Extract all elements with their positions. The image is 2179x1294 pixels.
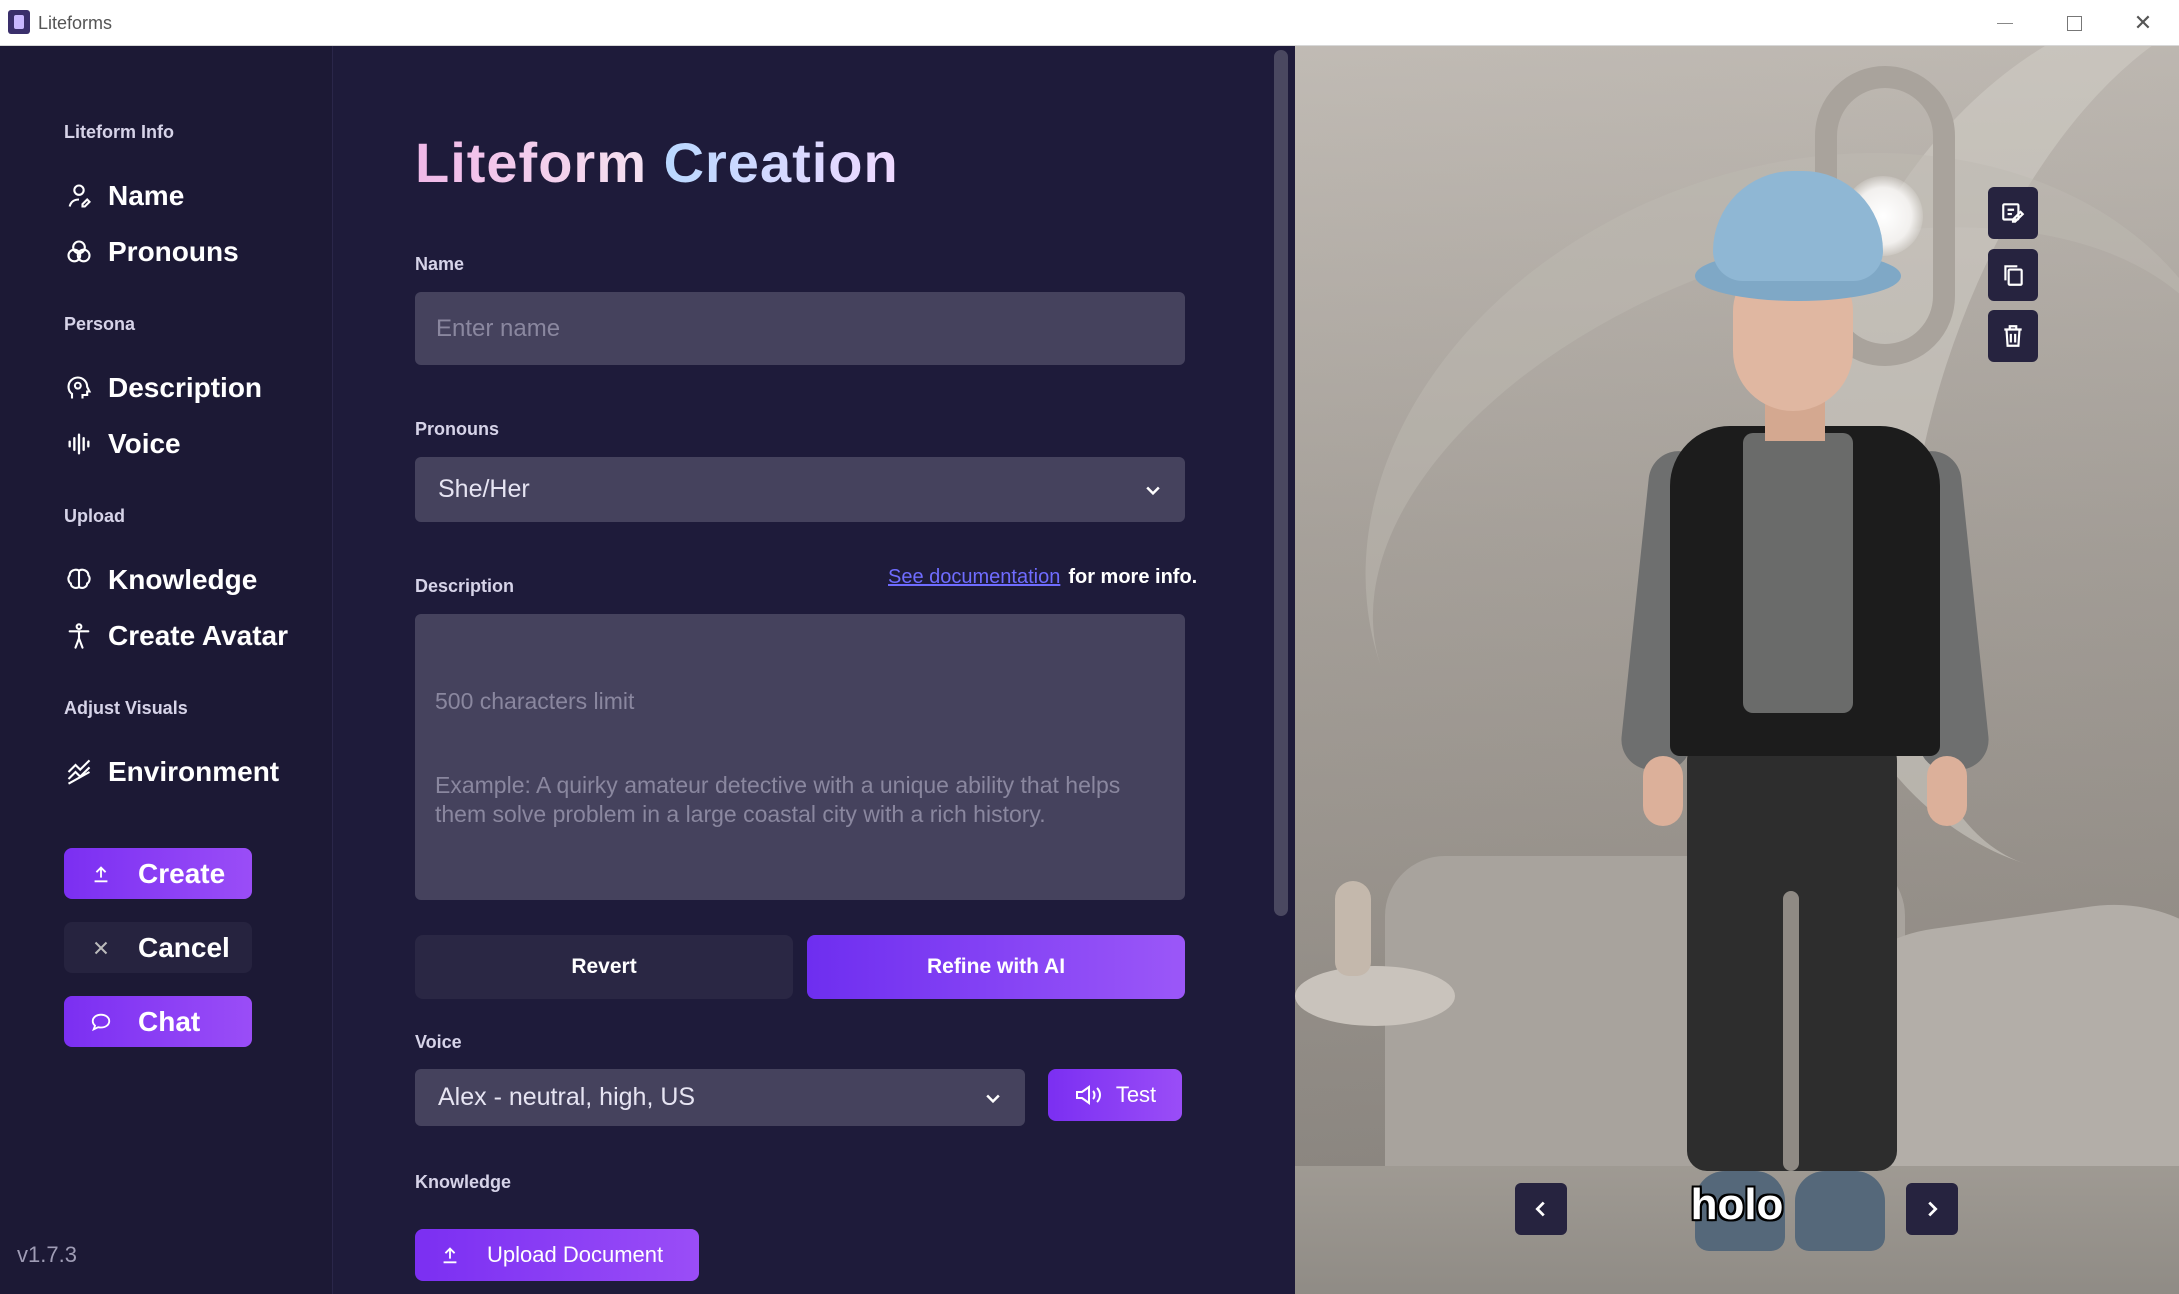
waveform-icon: [64, 429, 94, 459]
documentation-hint: See documentation for more info.: [888, 566, 1197, 589]
section-liteform-info: Liteform Info: [64, 122, 174, 142]
avatar-shirt: [1743, 433, 1853, 713]
pronouns-selected-value: She/Her: [438, 475, 530, 503]
sidebar-item-label: Environment: [108, 756, 280, 787]
sidebar: [0, 46, 333, 1294]
name-input[interactable]: [415, 292, 1185, 365]
circles-icon: [64, 237, 94, 267]
revert-button[interactable]: Revert: [415, 935, 793, 999]
sidebar-item-pronouns[interactable]: Pronouns: [64, 236, 239, 268]
sidebar-item-label: Name: [108, 180, 185, 211]
avatar-hand: [1643, 756, 1683, 826]
sidebar-item-environment[interactable]: Environment: [64, 756, 279, 788]
pronouns-label: Pronouns: [415, 419, 499, 439]
previous-avatar-button[interactable]: [1515, 1183, 1567, 1235]
close-button[interactable]: ✕: [2113, 6, 2173, 40]
sidebar-item-label: Knowledge: [108, 564, 258, 595]
chevron-down-icon: [1146, 486, 1160, 495]
test-voice-button[interactable]: Test: [1048, 1069, 1182, 1121]
voice-select[interactable]: Alex - neutral, high, US: [415, 1069, 1025, 1126]
chat-button[interactable]: Chat: [64, 996, 252, 1047]
description-example-placeholder: Example: A quirky amateur detective with…: [435, 772, 1121, 827]
cancel-button-label: Cancel: [138, 931, 230, 963]
brain-head-icon: [64, 373, 94, 403]
sidebar-item-create-avatar[interactable]: Create Avatar: [64, 620, 288, 652]
sidebar-item-label: Voice: [108, 428, 181, 459]
create-button[interactable]: Create: [64, 848, 252, 899]
sidebar-item-label: Description: [108, 372, 263, 403]
description-limit-placeholder: 500 characters limit: [435, 688, 635, 714]
chat-button-label: Chat: [138, 1005, 201, 1037]
trash-icon: [2004, 325, 2022, 347]
avatar-shoe: [1795, 1171, 1885, 1251]
maximize-button[interactable]: [2044, 6, 2104, 40]
close-icon: [94, 941, 108, 954]
avatar-hat: [1713, 171, 1883, 281]
side-table: [1295, 966, 1455, 1026]
next-avatar-button[interactable]: [1906, 1183, 1958, 1235]
duplicate-avatar-button[interactable]: [1988, 249, 2038, 301]
chevron-right-icon: [1928, 1201, 1938, 1217]
window-title: Liteforms: [38, 13, 113, 33]
copy-icon: [2004, 265, 2023, 286]
edit-icon: [2002, 203, 2025, 223]
section-upload: Upload: [64, 506, 125, 526]
environment-icon: [64, 757, 94, 787]
sidebar-item-label: Create Avatar: [108, 620, 289, 651]
avatar-leg-gap: [1783, 891, 1799, 1171]
chevron-down-icon: [986, 1094, 1000, 1103]
create-button-label: Create: [138, 857, 226, 889]
voice-label: Voice: [415, 1032, 462, 1052]
test-button-label: Test: [1115, 1082, 1157, 1107]
figure-icon: [64, 621, 94, 651]
window-titlebar: Liteforms ✕: [0, 0, 2179, 46]
maximize-icon: [2066, 15, 2082, 31]
refine-with-ai-button[interactable]: Refine with AI: [807, 935, 1185, 999]
description-textarea[interactable]: 500 characters limit Example: A quirky a…: [415, 614, 1185, 900]
chat-bubble-icon: [91, 1013, 111, 1031]
description-label: Description: [415, 576, 515, 596]
speaker-icon: [1075, 1085, 1101, 1105]
sidebar-item-knowledge[interactable]: Knowledge: [64, 564, 257, 596]
upload-icon: [443, 1247, 457, 1264]
voice-selected-value: Alex - neutral, high, US: [438, 1083, 696, 1111]
edit-avatar-button[interactable]: [1988, 187, 2038, 239]
knowledge-label: Knowledge: [415, 1172, 512, 1192]
sidebar-item-name[interactable]: Name: [64, 180, 184, 212]
form-scrollbar[interactable]: [1274, 50, 1288, 916]
section-persona: Persona: [64, 314, 136, 334]
page-title: Liteform Creation: [415, 130, 899, 195]
avatar-hand: [1927, 756, 1967, 826]
sidebar-item-label: Pronouns: [108, 236, 239, 267]
page-title-part2: Creation: [663, 131, 899, 194]
section-adjust-visuals: Adjust Visuals: [64, 698, 188, 718]
minimize-icon: [1997, 22, 2013, 24]
brain-icon: [64, 565, 94, 595]
upload-document-button[interactable]: Upload Document: [415, 1229, 699, 1281]
version-label: v1.7.3: [17, 1242, 77, 1267]
avatar-figure: [1615, 171, 1992, 1271]
app-logo-icon: [8, 10, 30, 34]
cancel-button[interactable]: Cancel: [64, 922, 252, 973]
vase: [1335, 881, 1371, 976]
avatar-preview[interactable]: [1295, 46, 2179, 1294]
name-label: Name: [415, 254, 465, 274]
minimize-button[interactable]: [1975, 6, 2035, 40]
chevron-left-icon: [1535, 1201, 1545, 1217]
sidebar-item-description[interactable]: Description: [64, 372, 262, 404]
page-title-part1: Liteform: [415, 131, 647, 194]
person-icon: [64, 181, 94, 211]
upload-document-label: Upload Document: [487, 1242, 664, 1267]
documentation-suffix: for more info.: [1068, 566, 1198, 588]
upload-icon: [94, 865, 108, 882]
pronouns-select[interactable]: She/Her: [415, 457, 1185, 522]
sidebar-item-voice[interactable]: Voice: [64, 428, 181, 460]
delete-avatar-button[interactable]: [1988, 310, 2038, 362]
avatar-name-label: holo: [1690, 1180, 1784, 1229]
see-documentation-link[interactable]: See documentation: [888, 566, 1060, 588]
